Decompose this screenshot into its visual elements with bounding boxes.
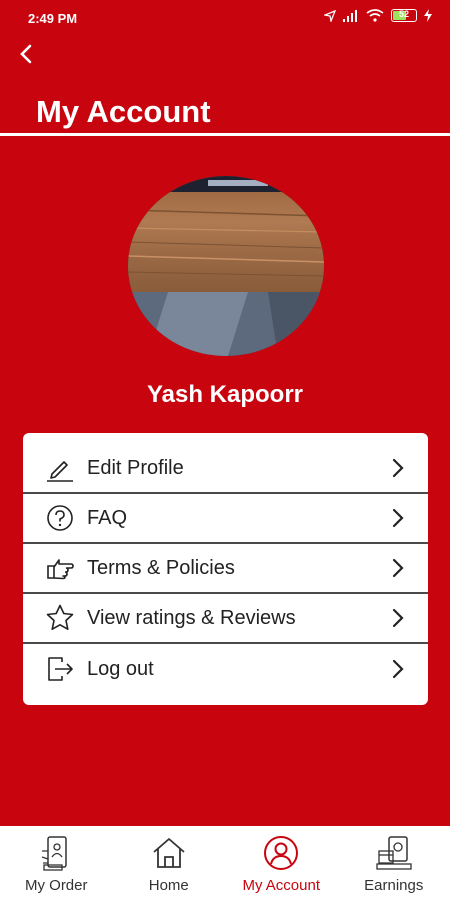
bottom-nav: My Order Home My Account Earnings	[0, 826, 450, 900]
account-icon	[261, 835, 301, 871]
earnings-icon	[374, 835, 414, 871]
menu-item-label: Log out	[87, 657, 154, 680]
nav-label: Earnings	[364, 877, 424, 894]
nav-item-my-account[interactable]: My Account	[225, 826, 338, 900]
menu-item-label: View ratings & Reviews	[87, 606, 296, 629]
avatar[interactable]	[128, 176, 324, 356]
menu-item-edit-profile[interactable]: Edit Profile	[23, 433, 428, 494]
nav-label: My Order	[24, 877, 88, 894]
title-divider	[0, 133, 450, 136]
nav-label: My Account	[242, 877, 321, 894]
chevron-right-icon	[390, 607, 406, 629]
chevron-right-icon	[390, 457, 406, 479]
menu-item-log-out[interactable]: Log out	[23, 644, 428, 702]
help-icon	[45, 503, 75, 533]
status-bar: 2:49 PM 52	[0, 0, 450, 34]
menu-item-label: Edit Profile	[87, 456, 184, 479]
nav-item-home[interactable]: Home	[113, 826, 226, 900]
edit-icon	[45, 453, 75, 483]
location-icon	[324, 9, 336, 22]
chevron-right-icon	[390, 507, 406, 529]
nav-item-my-order[interactable]: My Order	[0, 826, 113, 900]
nav-label: Home	[148, 877, 189, 894]
battery-level: 52	[398, 9, 409, 19]
chevron-right-icon	[390, 557, 406, 579]
menu-card: Edit Profile FAQ Terms & Policies View r…	[23, 433, 428, 705]
menu-item-label: FAQ	[87, 506, 128, 529]
home-icon	[149, 835, 189, 871]
menu-item-terms-policies[interactable]: Terms & Policies	[23, 544, 428, 594]
wifi-icon	[366, 9, 384, 22]
signal-icon	[343, 9, 357, 22]
charging-icon	[424, 9, 432, 22]
battery-icon: 52	[391, 9, 417, 22]
page-title: My Account	[36, 94, 211, 129]
back-button[interactable]	[12, 40, 40, 68]
avatar-photo	[128, 176, 324, 356]
chevron-right-icon	[390, 658, 406, 680]
star-icon	[45, 603, 75, 633]
menu-item-label: Terms & Policies	[87, 556, 235, 579]
menu-item-view-ratings-reviews[interactable]: View ratings & Reviews	[23, 594, 428, 644]
menu-item-faq[interactable]: FAQ	[23, 494, 428, 544]
status-icons: 52	[324, 9, 432, 22]
back-arrow-icon	[20, 44, 32, 64]
user-name: Yash Kapoorr	[146, 381, 304, 408]
order-icon	[36, 835, 76, 871]
logout-icon	[45, 654, 75, 684]
status-time: 2:49 PM	[28, 11, 78, 26]
nav-item-earnings[interactable]: Earnings	[338, 826, 450, 900]
thumb-icon	[45, 553, 75, 583]
